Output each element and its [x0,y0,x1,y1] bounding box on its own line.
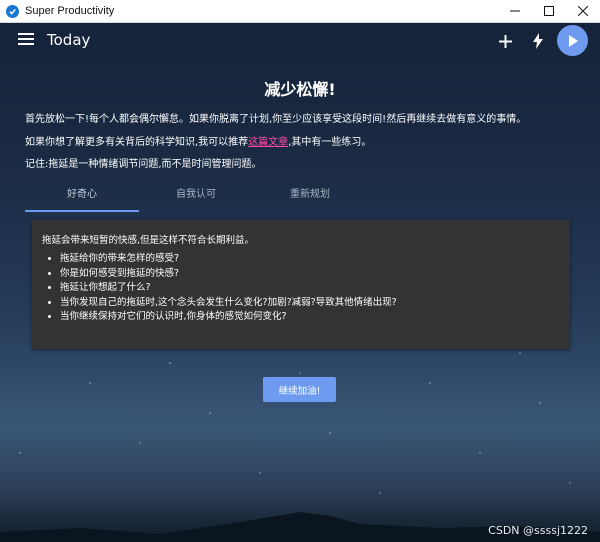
science-paragraph: 如果你想了解更多有关背后的科学知识,我可以推荐这篇文章,其中有一些练习。 [25,133,371,148]
article-link[interactable]: 这篇文章 [248,137,288,148]
list-item: 拖延给你的带来怎样的感受? [60,252,397,267]
card-intro-text: 拖延会带来短暂的快感,但是这样不符合长期利益。 [42,235,255,246]
window-title: Super Productivity [25,5,115,17]
list-item: 你是如何感受到拖延的快感? [60,267,397,282]
menu-icon[interactable] [18,33,34,47]
app-main: Today 减少松懈! 首先放松一下!每个人都会偶尔懈怠。如果你脱离了计划,你至… [0,23,600,542]
list-item: 当你继续保持对它们的认识时,你身体的感觉如何变化? [60,310,397,325]
science-text-after: ,其中有一些练习。 [288,137,372,148]
tab-self-acceptance[interactable]: 自我认可 [139,183,253,211]
play-button[interactable] [557,25,588,56]
tab-curiosity[interactable]: 好奇心 [25,183,139,211]
tab-content-card: 拖延会带来短暂的快感,但是这样不符合长期利益。 拖延给你的带来怎样的感受? 你是… [32,220,570,349]
active-tab-indicator [25,210,139,212]
intro-paragraph: 首先放松一下!每个人都会偶尔懈怠。如果你脱离了计划,你至少应该享受这段时间!然后… [25,114,527,125]
app-check-icon [6,4,19,18]
tab-bar: 好奇心 自我认可 重新规划 [25,183,570,213]
window-titlebar: Super Productivity [0,0,600,23]
flash-icon[interactable] [528,31,548,51]
close-icon[interactable] [566,0,600,22]
top-toolbar: Today [0,23,600,59]
add-icon[interactable] [495,31,515,51]
question-list: 拖延给你的带来怎样的感受? 你是如何感受到拖延的快感? 拖延让你想起了什么? 当… [42,252,397,325]
continue-button[interactable]: 继续加油! [263,377,336,402]
tab-replan[interactable]: 重新规划 [253,183,367,211]
maximize-icon[interactable] [532,0,566,22]
science-text-before: 如果你想了解更多有关背后的科学知识,我可以推荐 [25,137,249,148]
page-heading: 减少松懈! [264,80,336,99]
watermark-text: CSDN @ssssj1222 [488,524,588,537]
page-title: Today [47,31,91,49]
minimize-icon[interactable] [498,0,532,22]
play-icon [568,34,578,47]
reminder-paragraph: 记住:拖延是一种情绪调节问题,而不是时间管理问题。 [25,159,262,170]
list-item: 拖延让你想起了什么? [60,281,397,296]
list-item: 当你发现自己的拖延时,这个念头会发生什么变化?加剧?减弱?导致其他情绪出现? [60,296,397,311]
